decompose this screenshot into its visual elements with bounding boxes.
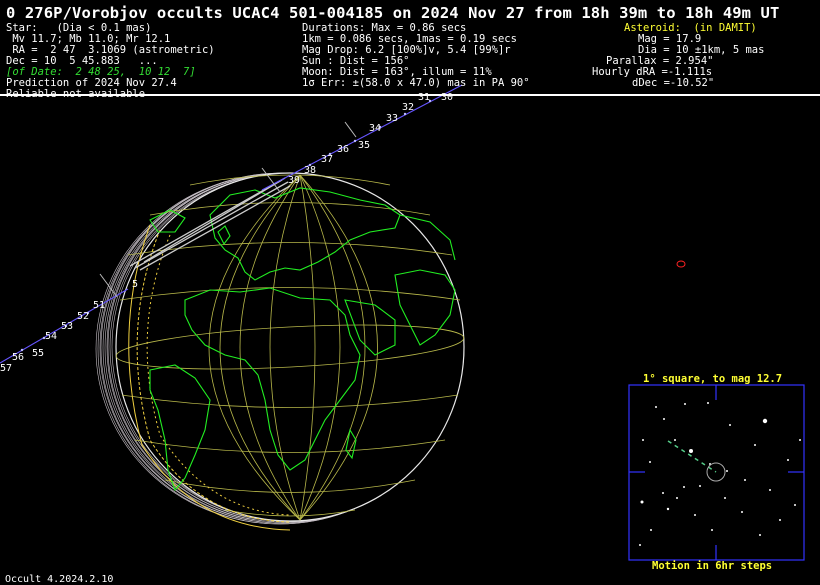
track-label-38: 38 <box>304 165 316 176</box>
track-label-55: 55 <box>32 348 44 359</box>
track-label-36: 36 <box>337 144 349 155</box>
header-divider <box>0 94 820 96</box>
track-label-34: 34 <box>369 123 381 134</box>
version-footer: Occult 4.2024.2.10 <box>5 574 114 585</box>
durations-6: 1σ Err: ±(58.0 x 47.0) mas in PA 90° <box>302 77 530 89</box>
page-title: 0 276P/Vorobjov occults UCAC4 501-004185… <box>6 4 780 22</box>
track-label-56: 56 <box>12 352 24 363</box>
track-label-51: 51 <box>93 300 105 311</box>
asteroid-ddec: dDec =-10.52" <box>632 77 715 89</box>
track-label-39: 39 <box>288 175 300 186</box>
track-label-57: 57 <box>0 363 12 374</box>
track-label-35: 35 <box>358 140 370 151</box>
track-label-53: 53 <box>61 321 73 332</box>
inset-caption: Motion in 6hr steps <box>652 560 773 572</box>
track-label-33: 33 <box>386 113 398 124</box>
inset-title: 1° square, to mag 12.7 <box>643 373 783 385</box>
track-label-32: 32 <box>402 102 414 113</box>
red-marker <box>676 260 686 268</box>
track-label-54: 54 <box>45 331 57 342</box>
track-label-37: 37 <box>321 154 333 165</box>
track-label-5: 5 <box>132 279 138 290</box>
track-label-52: 52 <box>77 311 89 322</box>
star-chart-inset <box>628 384 805 561</box>
